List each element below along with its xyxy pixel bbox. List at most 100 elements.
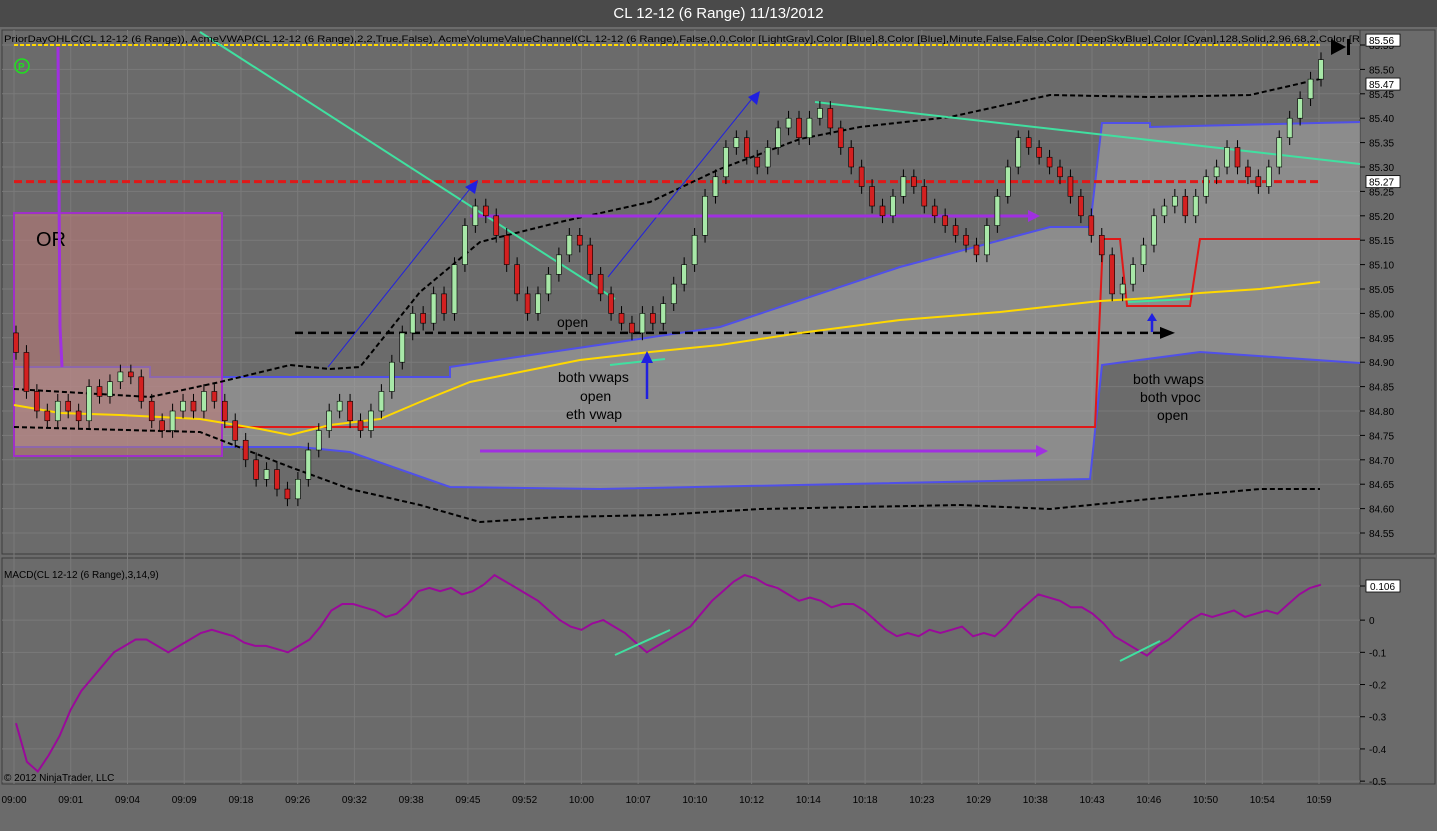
time-tick-label: 09:26 bbox=[285, 795, 310, 806]
candle-body bbox=[1276, 137, 1283, 168]
candle-body bbox=[963, 235, 969, 246]
time-tick-label: 10:18 bbox=[853, 795, 878, 806]
candle-body bbox=[378, 391, 385, 412]
price-tick-label: 84.60 bbox=[1369, 505, 1394, 516]
candle-body bbox=[1140, 244, 1147, 265]
candle-body bbox=[1130, 264, 1136, 285]
candle-body bbox=[232, 420, 239, 441]
candle-body bbox=[660, 303, 667, 324]
macd-tick-label: -0.5 bbox=[1369, 777, 1387, 788]
candle-body bbox=[973, 244, 980, 256]
candle-body bbox=[775, 127, 781, 148]
candle-body bbox=[1203, 176, 1209, 197]
time-tick-label: 09:45 bbox=[455, 795, 480, 806]
macd-label: MACD(CL 12-12 (6 Range),3,14,9) bbox=[4, 570, 159, 581]
group2-line3: open bbox=[1157, 407, 1188, 423]
group2-line1: both vwaps bbox=[1133, 371, 1204, 387]
price-tick-label: 84.70 bbox=[1369, 456, 1394, 467]
candle-body bbox=[670, 283, 677, 304]
candle-body bbox=[148, 400, 155, 422]
price-tick-label: 85.25 bbox=[1369, 187, 1394, 198]
candle-body bbox=[764, 147, 771, 168]
time-tick-label: 09:52 bbox=[512, 795, 537, 806]
window-title: CL 12-12 (6 Range) 11/13/2012 bbox=[0, 0, 1437, 27]
candle-body bbox=[295, 479, 301, 500]
copyright: © 2012 NinjaTrader, LLC bbox=[4, 773, 114, 784]
open-label-1: open bbox=[557, 314, 588, 330]
time-tick-label: 10:50 bbox=[1193, 795, 1218, 806]
price-tick-label: 85.00 bbox=[1369, 309, 1394, 320]
candle-body bbox=[869, 186, 875, 207]
candle-body bbox=[1245, 166, 1251, 178]
candle-body bbox=[1151, 215, 1157, 246]
candle-body bbox=[315, 430, 322, 451]
price-tick-label: 85.10 bbox=[1369, 261, 1394, 272]
candle-body bbox=[253, 459, 259, 480]
time-tick-label: 09:00 bbox=[1, 795, 26, 806]
candle-body bbox=[1224, 147, 1230, 168]
candle-body bbox=[535, 293, 541, 314]
candle-body bbox=[712, 176, 719, 197]
chart-canvas[interactable]: OR open both vwaps open eth vwap both vw… bbox=[0, 27, 1437, 831]
candle-body bbox=[1234, 147, 1241, 168]
candle-body bbox=[608, 293, 614, 314]
candle-body bbox=[472, 205, 479, 226]
candle-body bbox=[754, 156, 761, 168]
group1-line2: open bbox=[580, 388, 611, 404]
candle-body bbox=[190, 400, 197, 412]
candle-body bbox=[1015, 137, 1022, 168]
candle-body bbox=[1297, 98, 1303, 119]
time-tick-label: 09:09 bbox=[172, 795, 197, 806]
group1-line3: eth vwap bbox=[566, 406, 622, 422]
candle-body bbox=[1046, 156, 1053, 168]
candle-body bbox=[1266, 166, 1272, 187]
price-tick-label: 85.45 bbox=[1369, 90, 1394, 101]
candle-body bbox=[1161, 205, 1168, 217]
macd-tick-label: -0.1 bbox=[1369, 648, 1387, 659]
price-tick-label: 85.15 bbox=[1369, 236, 1394, 247]
candle-body bbox=[169, 410, 176, 431]
candle-body bbox=[430, 293, 437, 324]
candle-body bbox=[1307, 78, 1314, 99]
candle-body bbox=[817, 108, 823, 119]
candle-body bbox=[107, 381, 113, 397]
candle-body bbox=[1025, 137, 1032, 148]
candle-body bbox=[357, 420, 364, 431]
candle-body bbox=[1192, 195, 1199, 217]
candle-body bbox=[159, 420, 165, 431]
candle-body bbox=[576, 235, 583, 246]
candle-body bbox=[796, 117, 802, 139]
candle-body bbox=[96, 386, 103, 397]
candle-body bbox=[201, 391, 207, 412]
time-tick-label: 10:00 bbox=[569, 795, 594, 806]
time-tick-label: 09:04 bbox=[115, 795, 140, 806]
candle-body bbox=[13, 332, 19, 353]
candle-body bbox=[848, 147, 855, 168]
candle-body bbox=[1213, 166, 1220, 178]
candle-body bbox=[1088, 215, 1095, 236]
candle-body bbox=[1078, 195, 1084, 217]
candle-body bbox=[837, 127, 844, 148]
candle-body bbox=[326, 410, 333, 431]
candle-body bbox=[514, 264, 520, 295]
candle-body bbox=[858, 166, 865, 187]
candle-body bbox=[347, 400, 353, 422]
candle-body bbox=[921, 186, 928, 207]
candle-body bbox=[75, 410, 82, 422]
time-tick-label: 10:59 bbox=[1306, 795, 1331, 806]
time-tick-label: 10:10 bbox=[682, 795, 707, 806]
price-tick-label: 85.05 bbox=[1369, 285, 1394, 296]
candle-body bbox=[597, 274, 604, 295]
time-tick-label: 09:01 bbox=[58, 795, 83, 806]
candle-body bbox=[556, 254, 562, 275]
price-tick-label: 85.20 bbox=[1369, 212, 1394, 223]
price-badge-label: 85.56 bbox=[1369, 36, 1394, 47]
price-tick-label: 84.55 bbox=[1369, 529, 1394, 540]
candle-body bbox=[650, 313, 656, 324]
candle-body bbox=[336, 400, 343, 412]
candle-body bbox=[587, 244, 594, 275]
time-axis: 09:00 09:01 09:04 09:09 09:18 09:26 09:32 09:38… bbox=[1, 795, 1331, 806]
candle-body bbox=[806, 117, 813, 139]
time-tick-label: 09:38 bbox=[399, 795, 424, 806]
candle-body bbox=[128, 371, 134, 378]
